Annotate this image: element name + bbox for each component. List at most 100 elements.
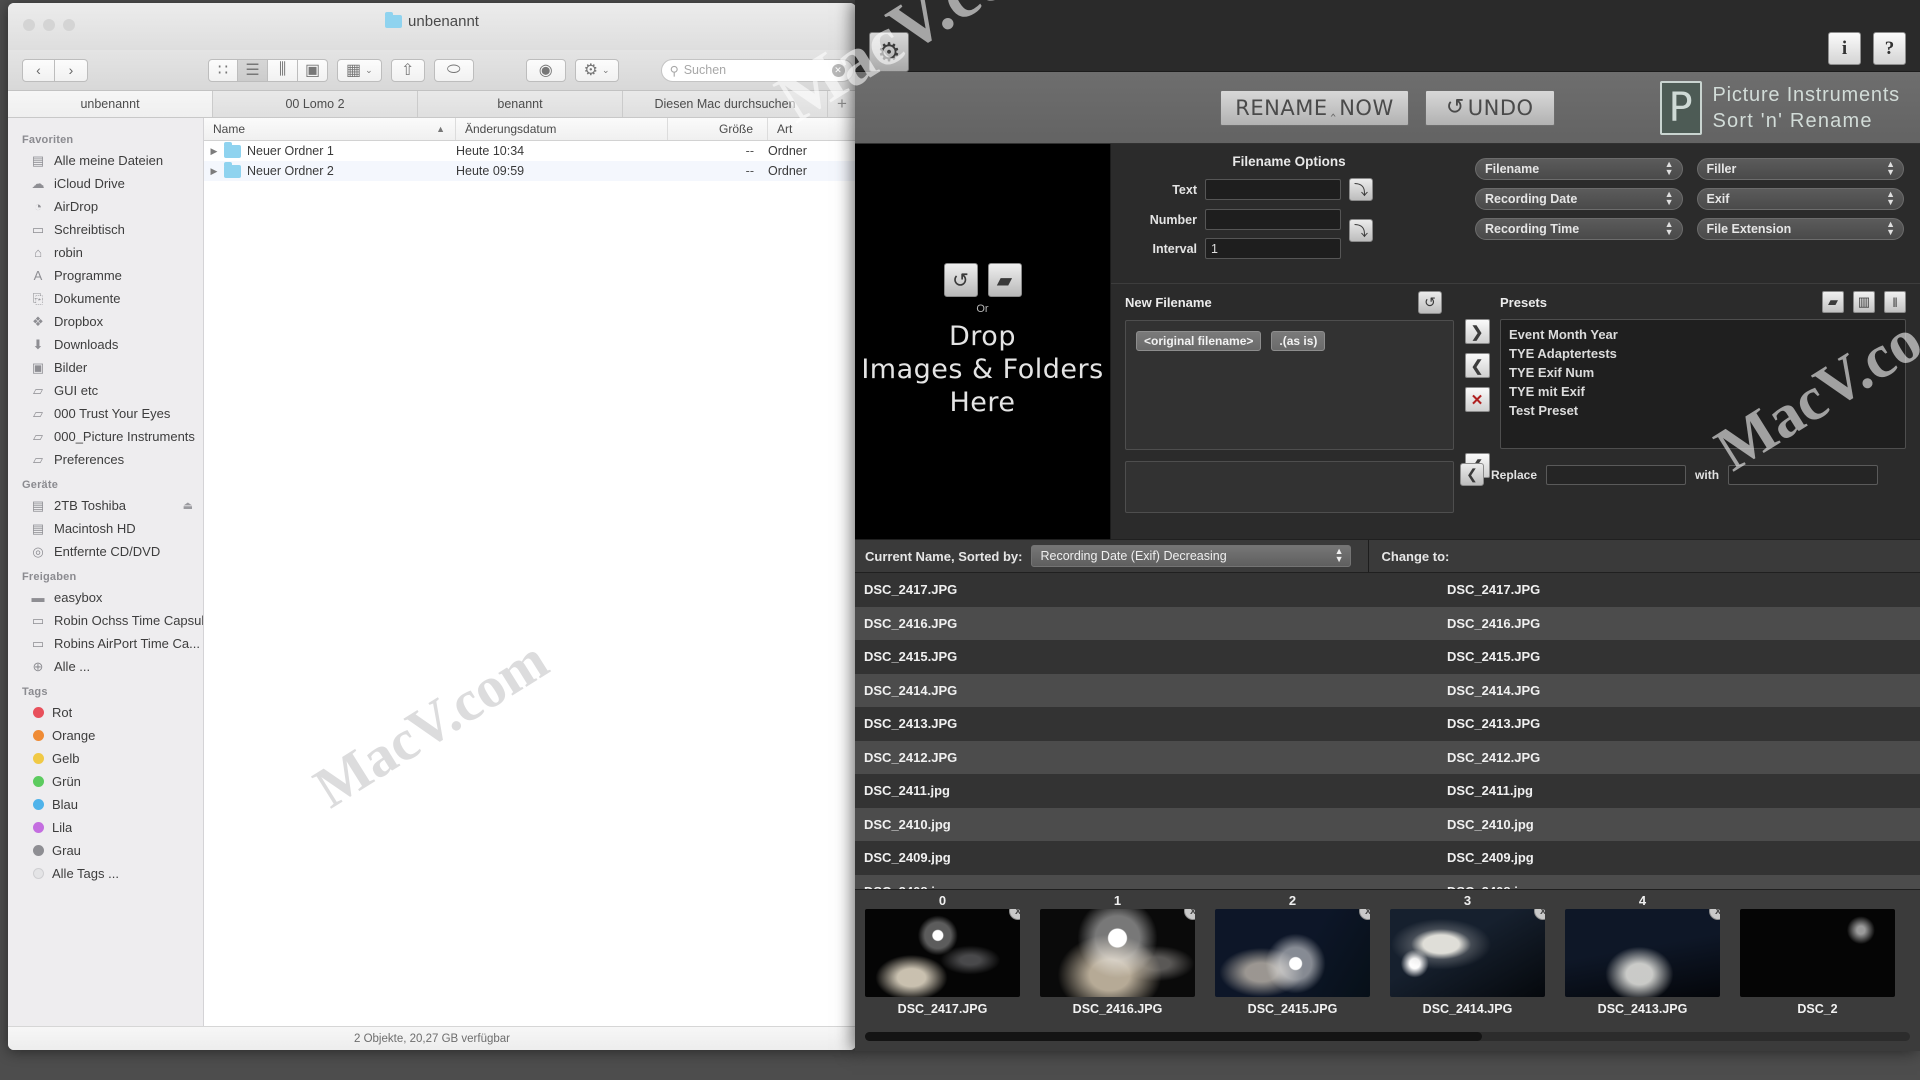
tag-button[interactable]: ⬭: [433, 58, 474, 82]
text-apply-icon[interactable]: ⤵: [1349, 178, 1373, 201]
sidebar-item-2tb-toshiba[interactable]: ▤ 2TB Toshiba ⏏: [8, 494, 203, 517]
list-view-icon[interactable]: ☰: [238, 58, 268, 82]
sidebar-item-grau[interactable]: Grau: [8, 839, 203, 862]
remove-thumbnail-icon[interactable]: x: [1534, 909, 1545, 920]
number-apply-icon[interactable]: ⤵: [1349, 219, 1373, 242]
thumbnail-strip[interactable]: 0 x DSC_2417.JPG 1 x DSC_2416.JPG 2 x DSC_2415.J…: [865, 892, 1910, 1028]
move-left-button[interactable]: ❮: [1464, 353, 1490, 378]
sidebar-item-000-picture-instruments[interactable]: ▱ 000_Picture Instruments: [8, 425, 203, 448]
preset-item[interactable]: Event Month Year: [1509, 325, 1897, 344]
icon-view-icon[interactable]: ∷: [208, 58, 238, 82]
presets-list[interactable]: Event Month Year TYE Adaptertests TYE Exif…: [1500, 319, 1906, 449]
replace-input[interactable]: [1546, 464, 1687, 485]
quicklook-icon[interactable]: ◉: [525, 58, 566, 82]
app-topbar-icons[interactable]: i ?: [1828, 32, 1906, 65]
disclosure-triangle-icon[interactable]: ▶: [204, 166, 224, 177]
file-list-header[interactable]: Name ▲ Änderungsdatum Größe Art: [204, 118, 856, 141]
move-right-button[interactable]: ❯: [1464, 319, 1490, 344]
table-row[interactable]: DSC_2414.JPG DSC_2414.JPG: [855, 673, 1920, 707]
sidebar-item-robin-ochss-time-capsule[interactable]: ▭ Robin Ochss Time Capsule: [8, 609, 203, 632]
remove-thumbnail-icon[interactable]: x: [1184, 909, 1195, 920]
table-row[interactable]: DSC_2413.JPG DSC_2413.JPG: [855, 707, 1920, 741]
finder-sidebar[interactable]: Favoriten ▤ Alle meine Dateien ☁ iCloud Driv…: [8, 118, 204, 1026]
info-icon[interactable]: i: [1828, 32, 1861, 65]
thumbnail-item[interactable]: 4 x DSC_2413.JPG: [1565, 892, 1720, 1028]
selector-filler[interactable]: Filler ▲ ▼: [1696, 158, 1904, 180]
sidebar-item-orange[interactable]: Orange: [8, 724, 203, 747]
column-header-size[interactable]: Größe: [668, 118, 768, 140]
finder-tab-3[interactable]: Diesen Mac durchsuchen: [623, 91, 828, 117]
token-extension[interactable]: .(as is): [1271, 331, 1326, 351]
presets-icons[interactable]: ▰ ▥ ‖: [1822, 291, 1906, 313]
search-input[interactable]: ⚲ Suchen ✕: [660, 58, 854, 82]
drop-zone[interactable]: ↺ ▰ Or Drop Images & Folders Here: [855, 144, 1111, 539]
thumbnail-image[interactable]: x: [1040, 909, 1195, 997]
sidebar-item-preferences[interactable]: ▱ Preferences: [8, 448, 203, 471]
finder-tab-0[interactable]: unbenannt: [8, 91, 213, 117]
sidebar-item-dokumente[interactable]: ⎘ Dokumente: [8, 287, 203, 310]
drop-zone-buttons[interactable]: ↺ ▰: [943, 263, 1022, 298]
replace-apply-icon[interactable]: ❮: [1460, 463, 1484, 486]
sidebar-item-gui-etc[interactable]: ▱ GUI etc: [8, 379, 203, 402]
sidebar-item-easybox[interactable]: ▬ easybox: [8, 586, 203, 609]
reload-icon[interactable]: ↺: [943, 263, 978, 298]
sidebar-item-icloud-drive[interactable]: ☁ iCloud Drive: [8, 172, 203, 195]
new-filename-tokens[interactable]: <original filename> .(as is): [1125, 320, 1454, 450]
token-move-buttons[interactable]: ❯ ❮ ✕ ❮: [1454, 291, 1500, 539]
arrange-button[interactable]: ▦ ⌄: [337, 58, 382, 82]
sidebar-item-lila[interactable]: Lila: [8, 816, 203, 839]
token-original-filename[interactable]: <original filename>: [1136, 331, 1262, 351]
selector-recording-time[interactable]: Recording Time ▲ ▼: [1475, 218, 1683, 240]
sidebar-item-alle-tags[interactable]: Alle Tags ...: [8, 862, 203, 885]
undo-button[interactable]: ↺ UNDO: [1424, 89, 1555, 126]
open-preset-icon[interactable]: ▰: [1822, 291, 1844, 313]
column-header-name[interactable]: Name ▲: [204, 118, 456, 140]
share-button[interactable]: ⇧: [390, 58, 425, 82]
selector-file-extension[interactable]: File Extension ▲ ▼: [1696, 218, 1904, 240]
sidebar-item-gelb[interactable]: Gelb: [8, 747, 203, 770]
column-header-date[interactable]: Änderungsdatum: [456, 118, 668, 140]
finder-file-list[interactable]: Name ▲ Änderungsdatum Größe Art ▶ Neuer O…: [204, 118, 856, 1026]
open-folder-icon[interactable]: ▰: [987, 263, 1022, 298]
sidebar-item-airdrop[interactable]: ◔ AirDrop: [8, 195, 203, 218]
file-rows[interactable]: ▶ Neuer Ordner 1 Heute 10:34 -- Ordner ▶ Neuer…: [204, 141, 856, 1026]
thumbnail-image[interactable]: [1740, 909, 1895, 997]
thumbnail-image[interactable]: x: [865, 909, 1020, 997]
remove-thumbnail-icon[interactable]: x: [1009, 909, 1020, 920]
settings-gear-icon[interactable]: ⚙: [869, 32, 909, 72]
selector-recording-date[interactable]: Recording Date ▲ ▼: [1475, 188, 1683, 210]
new-filename-secondary-box[interactable]: [1125, 461, 1454, 513]
disclosure-triangle-icon[interactable]: ▶: [204, 146, 224, 157]
clear-search-icon[interactable]: ✕: [831, 63, 845, 77]
preset-item[interactable]: TYE mit Exif: [1509, 382, 1897, 401]
sidebar-item-rot[interactable]: Rot: [8, 701, 203, 724]
table-row[interactable]: DSC_2412.JPG DSC_2412.JPG: [855, 740, 1920, 774]
save-preset-icon[interactable]: ▥: [1853, 291, 1875, 313]
column-view-icon[interactable]: ⫼: [268, 58, 298, 82]
selector-grid[interactable]: Filename ▲ ▼ Filler ▲ ▼ Recording Date ▲ ▼ Exif ▲ ▼…: [1467, 150, 1920, 283]
table-row[interactable]: DSC_2416.JPG DSC_2416.JPG: [855, 606, 1920, 640]
thumbnail-item[interactable]: DSC_2: [1740, 892, 1895, 1028]
forward-button[interactable]: ›: [55, 58, 88, 82]
filename-table[interactable]: DSC_2417.JPG DSC_2417.JPG DSC_2416.JPG DSC_…: [855, 573, 1920, 889]
remove-thumbnail-icon[interactable]: x: [1709, 909, 1720, 920]
text-input[interactable]: [1205, 179, 1341, 200]
sidebar-item-entfernte-cd-dvd[interactable]: ◎ Entfernte CD/DVD: [8, 540, 203, 563]
finder-tab-bar[interactable]: unbenannt 00 Lomo 2 benannt Diesen Mac durc…: [8, 91, 856, 118]
sidebar-item-dropbox[interactable]: ❖ Dropbox: [8, 310, 203, 333]
thumbnail-image[interactable]: x: [1215, 909, 1370, 997]
table-row[interactable]: DSC_2417.JPG DSC_2417.JPG: [855, 573, 1920, 607]
table-row[interactable]: DSC_2410.jpg DSC_2410.jpg: [855, 807, 1920, 841]
sidebar-item-robins-airport-time-ca[interactable]: ▭ Robins AirPort Time Ca...: [8, 632, 203, 655]
interval-input[interactable]: 1: [1205, 238, 1341, 259]
column-header-kind[interactable]: Art: [768, 118, 856, 140]
preset-item[interactable]: TYE Adaptertests: [1509, 344, 1897, 363]
view-mode-group[interactable]: ∷ ☰ ⫼ ▣: [208, 58, 328, 82]
help-icon[interactable]: ?: [1873, 32, 1906, 65]
nav-buttons[interactable]: ‹ ›: [22, 58, 88, 82]
table-row[interactable]: ▶ Neuer Ordner 2 Heute 09:59 -- Ordner: [204, 161, 856, 181]
back-button[interactable]: ‹: [22, 58, 55, 82]
thumbnail-item[interactable]: 3 x DSC_2414.JPG: [1390, 892, 1545, 1028]
selector-filename[interactable]: Filename ▲ ▼: [1475, 158, 1683, 180]
sidebar-item-macintosh-hd[interactable]: ▤ Macintosh HD: [8, 517, 203, 540]
